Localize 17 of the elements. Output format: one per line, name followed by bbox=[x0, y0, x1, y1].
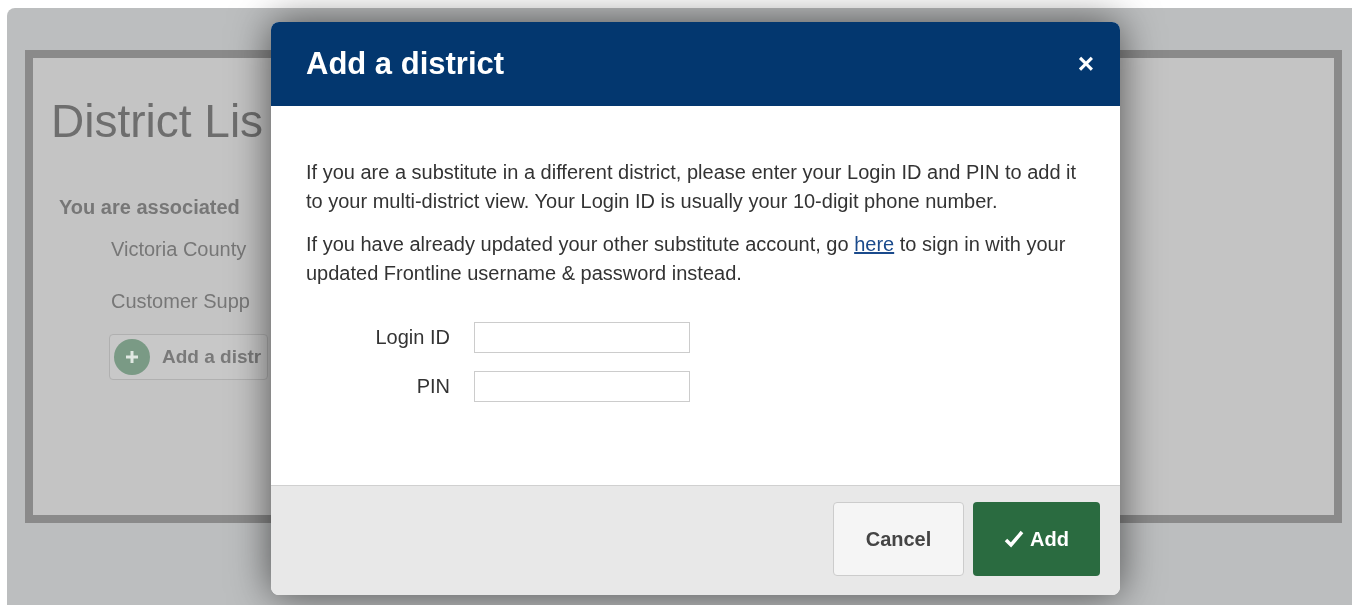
district-name: Customer Supp bbox=[111, 289, 250, 314]
field-label: Login ID bbox=[374, 325, 451, 350]
page-title: District Lis bbox=[51, 98, 264, 144]
instruction-paragraph: If you are a substitute in a different district, please enter your Login ID and PIN to add it to your multi-district view. Your Login ID is usually your 10-digit phone number. bbox=[306, 160, 1078, 214]
plus-icon bbox=[114, 339, 150, 375]
associated-label: You are associated bbox=[59, 195, 240, 220]
here-link[interactable]: here bbox=[854, 233, 895, 255]
cancel-button[interactable]: Cancel bbox=[833, 501, 964, 576]
dialog-title: Add a district bbox=[306, 44, 505, 83]
close-button[interactable]: × bbox=[1070, 48, 1102, 80]
instruction-paragraph: If you have already updated your other substitute account, go here to sign in with your updated Frontline username & password instead. bbox=[306, 232, 1067, 286]
field-label: PIN bbox=[415, 374, 451, 399]
add-button[interactable]: Add bbox=[973, 501, 1100, 576]
text-field[interactable] bbox=[474, 322, 690, 353]
checkmark-icon bbox=[1004, 529, 1025, 548]
text-field[interactable] bbox=[474, 371, 690, 402]
district-name: Victoria County bbox=[111, 237, 247, 262]
